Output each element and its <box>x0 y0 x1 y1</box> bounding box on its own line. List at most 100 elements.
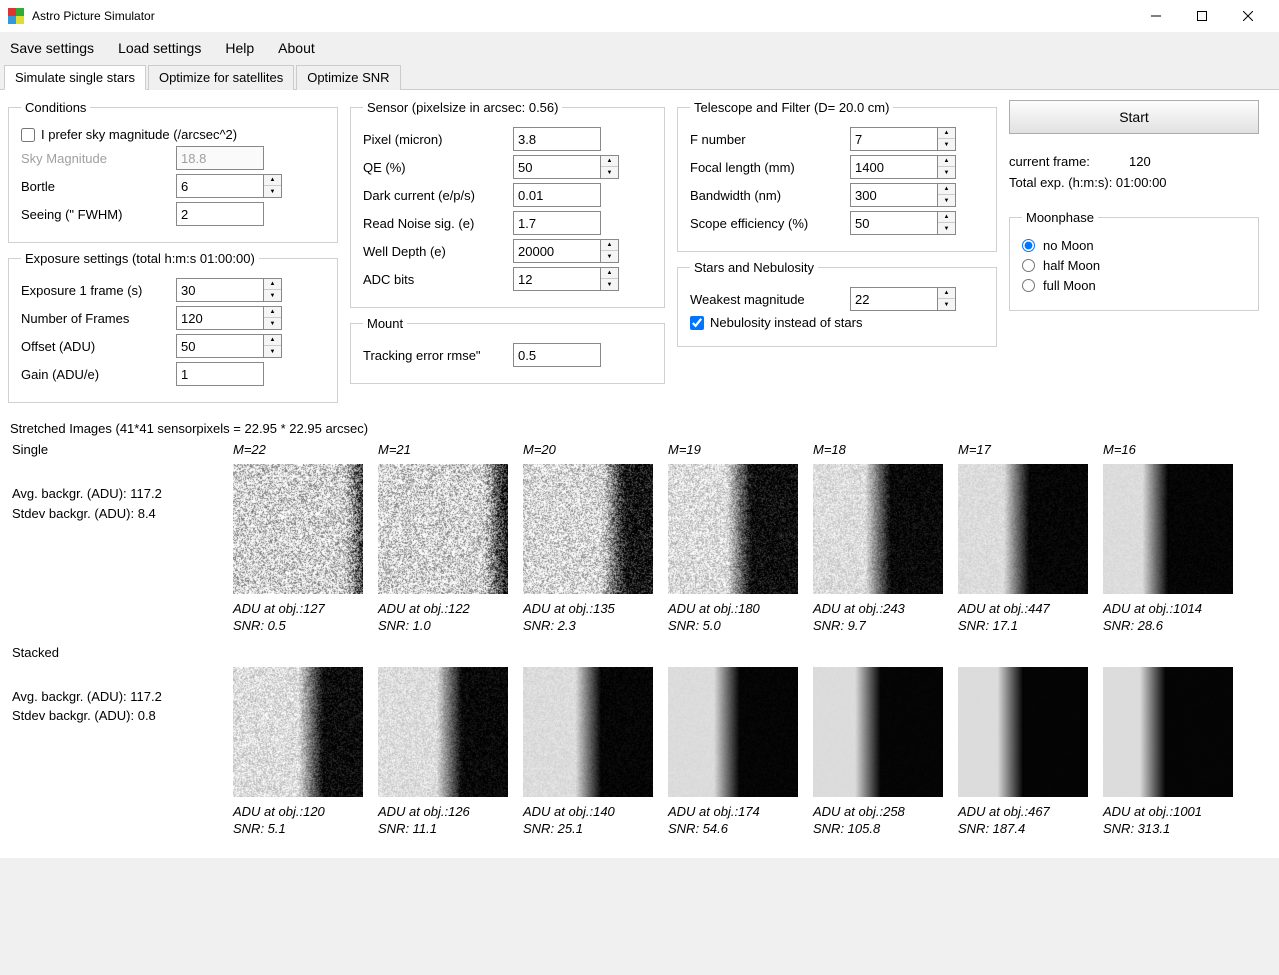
tab-optimize-satellites[interactable]: Optimize for satellites <box>148 65 294 90</box>
scope-eff-label: Scope efficiency (%) <box>690 216 850 231</box>
adc-up[interactable]: ▲ <box>601 268 618 279</box>
bortle-up[interactable]: ▲ <box>264 175 281 186</box>
focal-length-input[interactable] <box>850 155 938 179</box>
mount-legend: Mount <box>363 316 407 331</box>
menu-save-settings[interactable]: Save settings <box>10 40 94 56</box>
sim-snr: SNR: 0.5 <box>233 618 378 635</box>
mag-label: M=19 <box>668 442 813 460</box>
sim-snr: SNR: 17.1 <box>958 618 1103 635</box>
well-depth-input[interactable] <box>513 239 601 263</box>
nframes-input[interactable] <box>176 306 264 330</box>
fnumber-input[interactable] <box>850 127 938 151</box>
fl-down[interactable]: ▼ <box>938 167 955 178</box>
tab-bar: Simulate single stars Optimize for satel… <box>0 64 1279 90</box>
moon-no-radio[interactable] <box>1022 239 1035 252</box>
menu-load-settings[interactable]: Load settings <box>118 40 201 56</box>
sensor-legend: Sensor (pixelsize in arcsec: 0.56) <box>363 100 562 115</box>
weakest-mag-input[interactable] <box>850 287 938 311</box>
sim-snr: SNR: 1.0 <box>378 618 523 635</box>
sim-adu: ADU at obj.:174 <box>668 804 813 821</box>
single-sim-image <box>523 464 653 594</box>
stacked-avg-backgr: Avg. backgr. (ADU): 117.2 <box>12 687 233 707</box>
tab-optimize-snr[interactable]: Optimize SNR <box>296 65 400 90</box>
exposure-1-up[interactable]: ▲ <box>264 279 281 290</box>
sim-snr: SNR: 2.3 <box>523 618 668 635</box>
nframes-down[interactable]: ▼ <box>264 318 281 329</box>
sim-adu: ADU at obj.:467 <box>958 804 1103 821</box>
bw-up[interactable]: ▲ <box>938 184 955 195</box>
bandwidth-label: Bandwidth (nm) <box>690 188 850 203</box>
fnumber-up[interactable]: ▲ <box>938 128 955 139</box>
qe-up[interactable]: ▲ <box>601 156 618 167</box>
qe-input[interactable] <box>513 155 601 179</box>
moonphase-legend: Moonphase <box>1022 210 1098 225</box>
scope-eff-input[interactable] <box>850 211 938 235</box>
adc-bits-label: ADC bits <box>363 272 513 287</box>
weakest-mag-label: Weakest magnitude <box>690 292 850 307</box>
exposure-group: Exposure settings (total h:m:s 01:00:00)… <box>8 251 338 403</box>
sim-adu: ADU at obj.:127 <box>233 601 378 618</box>
well-up[interactable]: ▲ <box>601 240 618 251</box>
fl-up[interactable]: ▲ <box>938 156 955 167</box>
current-frame-value: 120 <box>1129 154 1151 169</box>
sim-snr: SNR: 105.8 <box>813 821 958 838</box>
read-noise-label: Read Noise sig. (e) <box>363 216 513 231</box>
focal-length-label: Focal length (mm) <box>690 160 850 175</box>
eff-down[interactable]: ▼ <box>938 223 955 234</box>
bandwidth-input[interactable] <box>850 183 938 207</box>
moon-full-radio[interactable] <box>1022 279 1035 292</box>
moon-half-label: half Moon <box>1043 258 1100 273</box>
stacked-sim-image <box>1103 667 1233 797</box>
moon-half-radio[interactable] <box>1022 259 1035 272</box>
gain-input[interactable] <box>176 362 264 386</box>
stacked-sim-image <box>523 667 653 797</box>
sim-snr: SNR: 11.1 <box>378 821 523 838</box>
single-sim-image <box>668 464 798 594</box>
stacked-sim-image <box>233 667 363 797</box>
exposure-1-input[interactable] <box>176 278 264 302</box>
read-noise-input[interactable] <box>513 211 601 235</box>
bortle-down[interactable]: ▼ <box>264 186 281 197</box>
well-down[interactable]: ▼ <box>601 251 618 262</box>
bw-down[interactable]: ▼ <box>938 195 955 206</box>
offset-label: Offset (ADU) <box>21 339 176 354</box>
single-sim-image <box>813 464 943 594</box>
exposure-legend: Exposure settings (total h:m:s 01:00:00) <box>21 251 259 266</box>
menu-help[interactable]: Help <box>225 40 254 56</box>
mag-label: M=17 <box>958 442 1103 460</box>
total-exposure-label: Total exp. (h:m:s): 01:00:00 <box>1009 175 1167 190</box>
start-button[interactable]: Start <box>1009 100 1259 134</box>
exposure-1-label: Exposure 1 frame (s) <box>21 283 176 298</box>
tracking-error-label: Tracking error rmse" <box>363 348 513 363</box>
dark-input[interactable] <box>513 183 601 207</box>
offset-down[interactable]: ▼ <box>264 346 281 357</box>
menu-about[interactable]: About <box>278 40 315 56</box>
bortle-input[interactable] <box>176 174 264 198</box>
sim-adu: ADU at obj.:1001 <box>1103 804 1248 821</box>
nframes-up[interactable]: ▲ <box>264 307 281 318</box>
dark-label: Dark current (e/p/s) <box>363 188 513 203</box>
nebulosity-checkbox[interactable] <box>690 316 704 330</box>
prefer-sky-mag-checkbox[interactable] <box>21 128 35 142</box>
pixel-input[interactable] <box>513 127 601 151</box>
adc-down[interactable]: ▼ <box>601 279 618 290</box>
exposure-1-down[interactable]: ▼ <box>264 290 281 301</box>
seeing-input[interactable] <box>176 202 264 226</box>
fnumber-down[interactable]: ▼ <box>938 139 955 150</box>
weak-down[interactable]: ▼ <box>938 299 955 310</box>
mag-label: M=20 <box>523 442 668 460</box>
offset-input[interactable] <box>176 334 264 358</box>
eff-up[interactable]: ▲ <box>938 212 955 223</box>
maximize-button[interactable] <box>1179 0 1225 32</box>
close-button[interactable] <box>1225 0 1271 32</box>
qe-down[interactable]: ▼ <box>601 167 618 178</box>
sim-adu: ADU at obj.:135 <box>523 601 668 618</box>
offset-up[interactable]: ▲ <box>264 335 281 346</box>
bortle-label: Bortle <box>21 179 176 194</box>
single-sim-image <box>958 464 1088 594</box>
tab-simulate-single-stars[interactable]: Simulate single stars <box>4 65 146 90</box>
minimize-button[interactable] <box>1133 0 1179 32</box>
weak-up[interactable]: ▲ <box>938 288 955 299</box>
adc-bits-input[interactable] <box>513 267 601 291</box>
tracking-error-input[interactable] <box>513 343 601 367</box>
